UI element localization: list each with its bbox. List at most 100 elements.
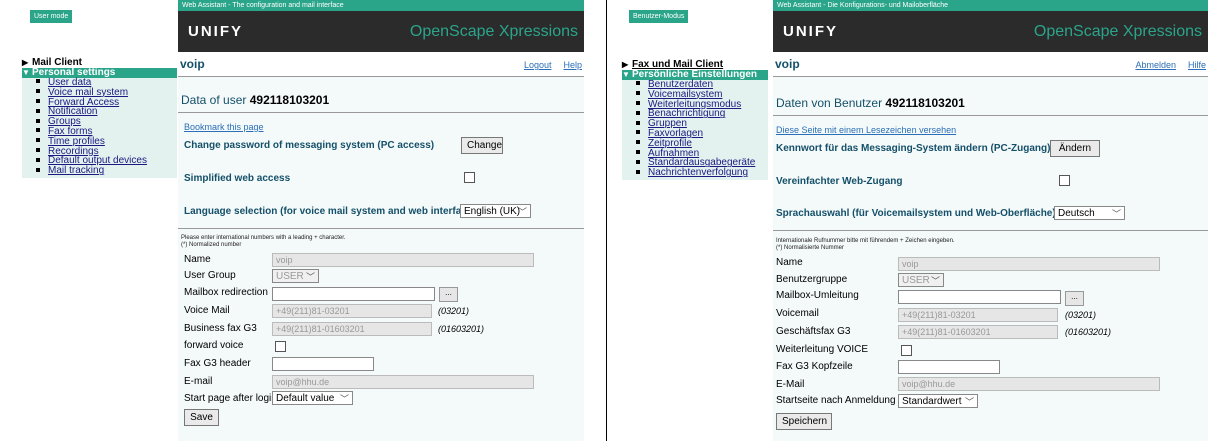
sidebar-item-faxvorlagen[interactable]: Faxvorlagen (622, 128, 768, 139)
sidebar-item-nachrichtenverfolgung[interactable]: Nachrichtenverfolgung (622, 168, 768, 178)
nav-submenu: User data Voice mail system Forward Acce… (22, 78, 177, 178)
mode-badge: Benutzer-Modus (629, 10, 689, 23)
language-select[interactable]: English (UK) ﹀ (460, 204, 531, 218)
start-page-label: Start page after login (184, 393, 277, 404)
mode-badge: User mode (30, 10, 73, 23)
triangle-down-icon: ▼ (22, 68, 30, 77)
voicemail-normalized: (03201) (1065, 310, 1097, 320)
sidebar-item-mail-tracking[interactable]: Mail tracking (22, 166, 177, 176)
voicemail-label: Voicemail (776, 308, 819, 319)
bullet-icon (636, 120, 640, 125)
user-heading: Daten von Benutzer 492118103201 (776, 96, 965, 110)
bullet-icon (36, 147, 40, 152)
logout-link[interactable]: Logout (524, 60, 552, 70)
simplified-access-checkbox[interactable] (1059, 175, 1070, 186)
chevron-down-icon: ﹀ (339, 394, 349, 404)
sidebar-item-time-profiles[interactable]: Time profiles (22, 136, 177, 147)
bullet-icon (36, 79, 40, 84)
bullet-icon (36, 167, 40, 172)
forward-voice-checkbox[interactable] (901, 345, 912, 356)
sidebar-item-notification[interactable]: Notification (22, 107, 177, 117)
browse-button[interactable]: ... (439, 287, 458, 302)
triangle-right-icon: ▶ (622, 60, 629, 69)
name-field: voip (898, 257, 1160, 271)
unify-logo: UNIFY (188, 23, 243, 40)
change-password-button[interactable]: Ändern (1050, 140, 1100, 157)
voicemail-field: +49(211)81-03201 (898, 308, 1058, 322)
divider (773, 230, 1208, 231)
triangle-right-icon: ▶ (22, 58, 29, 67)
bookmark-link[interactable]: Diese Seite mit einem Lesezeichen verseh… (776, 125, 956, 135)
business-fax-normalized: (01603201) (438, 324, 485, 334)
bullet-icon (636, 140, 640, 145)
change-password-button[interactable]: Change (461, 137, 503, 154)
email-label: E-Mail (776, 379, 805, 390)
bullet-icon (36, 138, 40, 143)
save-button[interactable]: Save (184, 409, 219, 426)
language-select[interactable]: Deutsch ﹀ (1054, 206, 1125, 220)
email-field: voip@hhu.de (272, 375, 534, 389)
hint-international: Please enter international numbers with … (181, 235, 346, 241)
fax-header-label: Fax G3 header (184, 358, 251, 369)
start-page-select[interactable]: Default value ﹀ (272, 391, 353, 405)
change-password-label: Kennwort für das Messaging-System ändern… (776, 143, 1051, 154)
browse-button[interactable]: ... (1065, 291, 1084, 306)
hint-normalized: (*) Normalisierte Nummer (776, 245, 845, 251)
help-link[interactable]: Hilfe (1188, 60, 1206, 70)
business-fax-label: Business fax G3 (184, 323, 257, 334)
user-group-select: USER ﹀ (272, 269, 319, 283)
bookmark-link[interactable]: Bookmark this page (184, 122, 264, 132)
forward-voice-checkbox[interactable] (275, 341, 286, 352)
fax-header-input[interactable] (898, 360, 1000, 374)
title-bar: voip Logout Help (178, 52, 584, 77)
name-field: voip (272, 253, 534, 267)
email-field: voip@hhu.de (898, 377, 1160, 391)
email-label: E-mail (184, 376, 213, 387)
unify-logo: UNIFY (783, 23, 838, 40)
start-page-select[interactable]: Standardwert ﹀ (898, 394, 978, 408)
chevron-down-icon: ﹀ (964, 397, 974, 407)
hint-international: Internationale Rufnummer bitte mit führe… (776, 238, 955, 244)
sidebar-item-forward-access[interactable]: Forward Access (22, 97, 177, 108)
business-fax-label: Geschäftsfax G3 (776, 326, 851, 337)
bullet-icon (36, 108, 40, 113)
divider (178, 112, 584, 113)
content-area: Data of user 492118103201 Bookmark this … (178, 77, 584, 441)
simplified-access-checkbox[interactable] (464, 172, 475, 183)
sidebar-item-groups[interactable]: Groups (22, 117, 177, 127)
bullet-icon (636, 110, 640, 115)
business-fax-field: +49(211)81-01603201 (898, 325, 1058, 339)
language-label: Language selection (for voice mail syste… (184, 206, 476, 217)
change-password-label: Change password of messaging system (PC … (184, 140, 435, 151)
bullet-icon (36, 98, 40, 103)
mailbox-redirection-input[interactable] (898, 290, 1061, 304)
simplified-access-label: Simplified web access (184, 173, 291, 184)
forward-voice-label: Weiterleitung VOICE (776, 344, 869, 355)
english-pane: User mode ▶ Mail Client ▼ Personal setting… (0, 0, 607, 441)
divider (773, 115, 1208, 116)
forward-voice-label: forward voice (184, 340, 244, 351)
main-panel: Web Assistant - The configuration and ma… (178, 0, 584, 441)
hint-normalized: (*) Normalized number (181, 242, 242, 248)
mailbox-redirection-input[interactable] (272, 287, 435, 301)
sidebar-item-benachrichtigung[interactable]: Benachrichtigung (622, 109, 768, 119)
nav-personal-settings[interactable]: ▼ Personal settings (22, 68, 177, 78)
sidebar-nav: ▶ Fax und Mail Client ▼ Persönliche Einste… (622, 60, 768, 180)
bullet-icon (636, 91, 640, 96)
save-button[interactable]: Speichern (776, 413, 832, 430)
bullet-icon (636, 100, 640, 105)
user-heading: Data of user 492118103201 (181, 93, 330, 107)
chevron-down-icon: ﹀ (1111, 209, 1121, 219)
logout-link[interactable]: Abmelden (1135, 60, 1176, 70)
fax-header-label: Fax G3 Kopfzeile (776, 361, 853, 372)
product-name: OpenScape Xpressions (1033, 22, 1202, 40)
business-fax-field: +49(211)81-01603201 (272, 322, 432, 336)
help-link[interactable]: Help (563, 60, 582, 70)
bullet-icon (636, 159, 640, 164)
bullet-icon (36, 157, 40, 162)
fax-header-input[interactable] (272, 357, 374, 371)
name-label: Name (184, 254, 211, 265)
chevron-down-icon: ﹀ (305, 272, 315, 282)
bullet-icon (636, 130, 640, 135)
bullet-icon (636, 149, 640, 154)
